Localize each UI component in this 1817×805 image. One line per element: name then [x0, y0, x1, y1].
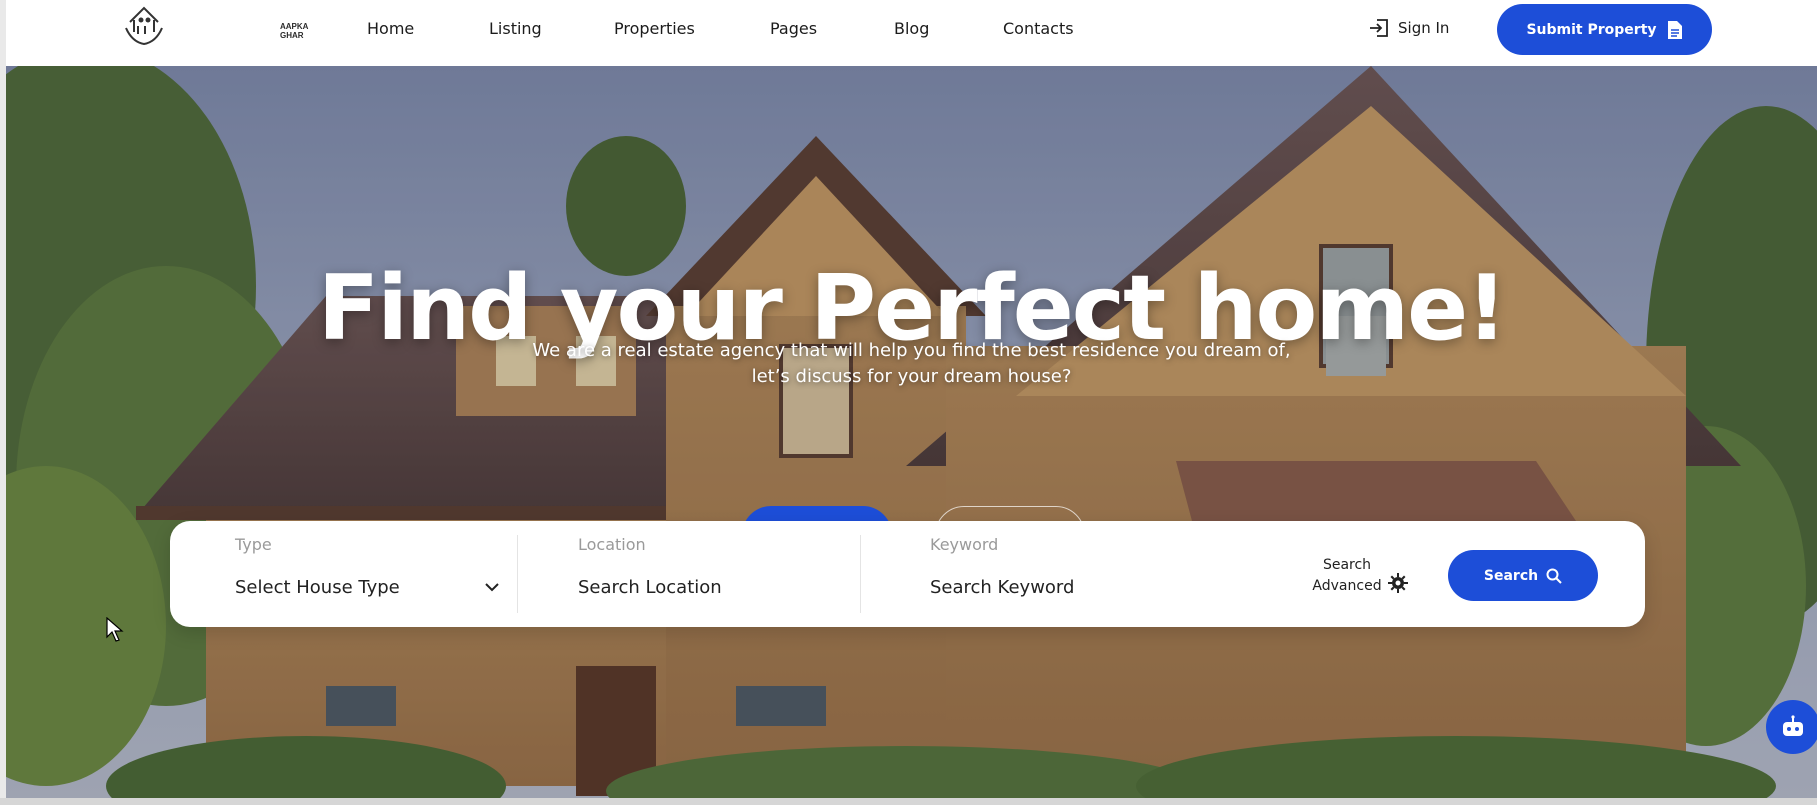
nav-home[interactable]: Home — [367, 19, 414, 38]
logo-house-hands-icon — [125, 6, 163, 46]
hero-section: Find your Perfect home! We are a real es… — [6, 66, 1817, 798]
divider — [860, 535, 861, 613]
hero-house-photo — [6, 66, 1817, 798]
type-select[interactable]: Type Select House Type — [170, 521, 515, 627]
logo-text-line1: AAPKA — [280, 22, 309, 31]
logo-text: AAPKA GHAR — [280, 22, 308, 40]
document-icon — [1667, 20, 1682, 39]
mouse-cursor-icon — [106, 617, 124, 642]
keyword-field[interactable]: Keyword Search Keyword — [862, 521, 1282, 627]
location-field[interactable]: Location Search Location — [519, 521, 859, 627]
submit-property-label: Submit Property — [1526, 21, 1657, 38]
nav-blog[interactable]: Blog — [894, 19, 929, 38]
advanced-line1: Search — [1322, 557, 1372, 573]
sign-in-label: Sign In — [1398, 19, 1450, 37]
chatbot-button[interactable] — [1766, 700, 1817, 754]
hero-subtitle-line2: let’s discuss for your dream house? — [751, 366, 1072, 387]
login-icon — [1370, 19, 1388, 37]
nav-properties[interactable]: Properties — [614, 19, 695, 38]
advanced-search-toggle[interactable]: Search Advanced — [1292, 555, 1408, 597]
site-header: AAPKA GHAR Home Listing Properties Pages… — [6, 0, 1817, 66]
keyword-label: Keyword — [930, 535, 999, 554]
hero-subtitle-line1: We are a real estate agency that will he… — [532, 340, 1291, 361]
logo[interactable]: AAPKA GHAR — [122, 2, 308, 48]
search-icon — [1546, 568, 1562, 584]
type-label: Type — [235, 535, 272, 554]
keyword-input: Search Keyword — [930, 577, 1075, 598]
location-input: Search Location — [578, 577, 722, 598]
sign-in-link[interactable]: Sign In — [1368, 18, 1449, 38]
type-value: Select House Type — [235, 577, 400, 598]
logo-text-line2: GHAR — [280, 31, 304, 40]
search-button[interactable]: Search — [1448, 550, 1598, 601]
search-button-label: Search — [1483, 567, 1539, 584]
nav-pages[interactable]: Pages — [770, 19, 817, 38]
search-bar: Type Select House Type Location Search L… — [170, 521, 1645, 627]
submit-property-button[interactable]: Submit Property — [1497, 4, 1712, 55]
location-label: Location — [578, 535, 646, 554]
nav-listing[interactable]: Listing — [489, 19, 542, 38]
chevron-down-icon — [485, 583, 499, 592]
bottom-edge — [0, 798, 1817, 805]
hero-subtitle: We are a real estate agency that will he… — [6, 338, 1817, 390]
advanced-line2: Advanced — [1312, 578, 1382, 594]
nav-contacts[interactable]: Contacts — [1003, 19, 1074, 38]
page: AAPKA GHAR Home Listing Properties Pages… — [0, 0, 1817, 805]
gear-icon — [1388, 573, 1408, 593]
robot-icon — [1783, 715, 1803, 736]
divider — [517, 535, 518, 613]
